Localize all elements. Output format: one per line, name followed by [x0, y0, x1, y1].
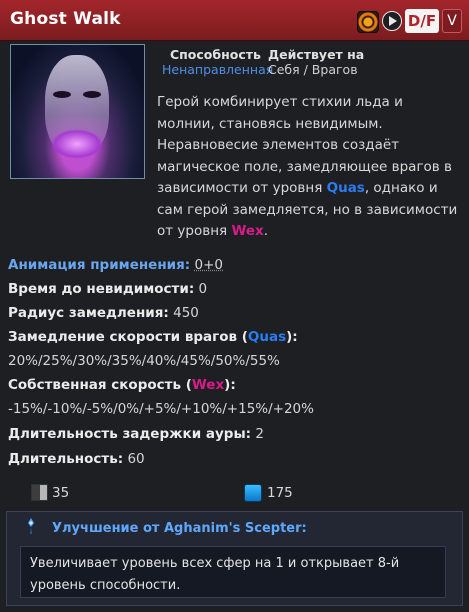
ability-type-value[interactable]: Ненаправленная: [162, 62, 273, 77]
scepter-description: Увеличивает уровень всех сфер на 1 и отк…: [30, 556, 400, 593]
stat-fade-time: Время до невидимости: 0: [8, 281, 207, 297]
enemy-slow-label-end: ):: [286, 329, 298, 345]
cooldown-value: 35: [52, 485, 70, 501]
self-speed-label: Собственная скорость (: [8, 377, 192, 393]
scepter-title: Улучшение от Aghanim's Scepter:: [52, 521, 307, 536]
affects-value: Себя / Врагов: [268, 62, 358, 77]
aura-linger-label: Длительность задержки ауры:: [8, 426, 252, 442]
wex-keyword: Wex: [231, 223, 264, 239]
wex-keyword: Wex: [191, 377, 225, 393]
cooldown-icon: [31, 484, 48, 501]
duration-label: Длительность:: [8, 451, 124, 467]
mana-icon: [244, 484, 262, 502]
ability-portrait: [10, 44, 145, 179]
ability-description: Герой комбинирует стихии льда и молнии, …: [157, 92, 462, 243]
portrait-glow: [51, 129, 103, 159]
portrait-eye-left: [53, 91, 71, 98]
cast-animation-label[interactable]: Анимация применения:: [8, 257, 190, 273]
stat-aura-linger: Длительность задержки ауры: 2: [8, 426, 264, 442]
cast-animation-value: 0+0: [194, 257, 224, 273]
slow-radius-label: Радиус замедления:: [8, 305, 169, 321]
mana-cost-value: 175: [267, 485, 293, 501]
ability-type-label: Способность: [170, 47, 261, 62]
quas-keyword: Quas: [247, 329, 287, 345]
stat-self-speed-label: Собственная скорость (Wex):: [8, 377, 236, 393]
hotkey-secondary-badge: V: [442, 9, 462, 33]
fade-time-label: Время до невидимости:: [8, 281, 195, 297]
play-video-icon[interactable]: [382, 11, 402, 31]
invoke-icon[interactable]: [357, 11, 379, 33]
self-speed-values: -15%/-10%/-5%/0%/+5%/+10%/+15%/+20%: [8, 401, 314, 417]
stat-enemy-slow-label: Замедление скорости врагов (Quas):: [8, 329, 298, 345]
duration-value: 60: [127, 451, 145, 467]
affects-label: Действует на: [268, 47, 365, 62]
enemy-slow-values: 20%/25%/30%/35%/40%/45%/50%/55%: [8, 353, 280, 369]
title-bar: Ghost Walk D/F V: [0, 0, 469, 41]
stat-cast-animation: Анимация применения: 0+0: [8, 257, 223, 273]
stat-slow-radius: Радиус замедления: 450: [8, 305, 199, 321]
enemy-slow-label: Замедление скорости врагов (: [8, 329, 248, 345]
ability-title: Ghost Walk: [10, 9, 121, 29]
aura-linger-value: 2: [255, 426, 264, 442]
portrait-eye-right: [83, 91, 101, 98]
self-speed-label-end: ):: [224, 377, 236, 393]
hotkey-badge: D/F: [405, 9, 439, 33]
slow-radius-value: 450: [173, 305, 199, 321]
fade-time-value: 0: [198, 281, 208, 297]
description-text: .: [263, 223, 269, 239]
stat-duration: Длительность: 60: [8, 451, 145, 467]
aghanims-scepter-icon: [28, 518, 34, 534]
quas-keyword: Quas: [326, 180, 365, 196]
